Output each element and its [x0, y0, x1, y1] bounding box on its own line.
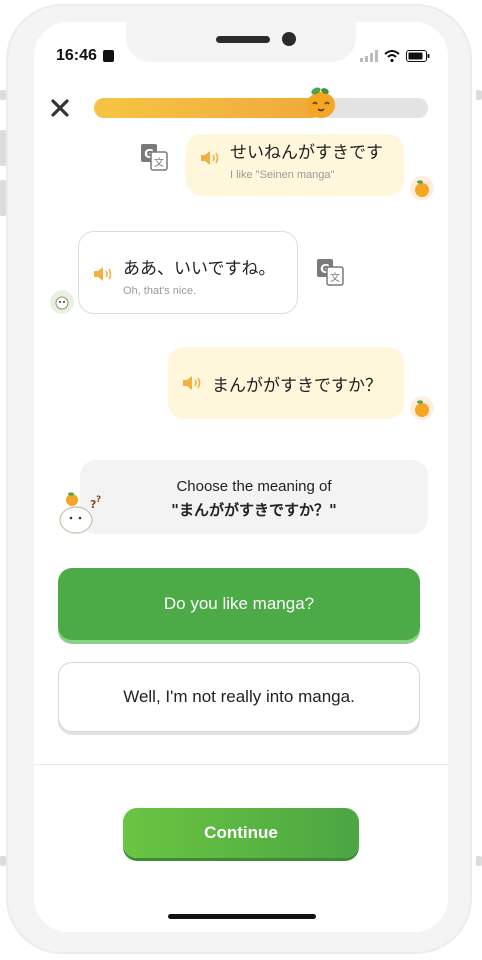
side-button-lower-right [476, 856, 482, 866]
translate-icon[interactable]: G 文 [140, 143, 168, 171]
footer-divider [34, 764, 448, 765]
wifi-icon [384, 50, 400, 62]
close-icon[interactable] [48, 96, 72, 120]
svg-text:文: 文 [154, 156, 164, 169]
front-camera [282, 32, 296, 46]
orange-avatar-icon [410, 176, 434, 200]
message-translation: Oh, that's nice. [123, 285, 197, 297]
continue-button[interactable]: Continue [123, 808, 359, 858]
orange-mascot-icon [307, 87, 336, 118]
home-indicator[interactable] [168, 914, 316, 919]
progress-fill [94, 98, 322, 118]
message-japanese: ああ、いいですね。 [123, 259, 276, 279]
battery-icon [406, 50, 430, 62]
prompt-phrase: "まんががすきですか？" [171, 501, 337, 519]
message-bubble-2: ああ、いいですね。 Oh, that's nice. [78, 231, 298, 314]
answer-option[interactable]: Well, I'm not really into manga. [58, 662, 420, 732]
speaker-icon[interactable] [93, 266, 113, 282]
speaker-icon[interactable] [182, 375, 202, 391]
answer-option-correct[interactable]: Do you like manga? [58, 568, 420, 640]
message-bubble-1: せいねんがすきです I like "Seinen manga" [186, 134, 404, 196]
svg-text:?: ? [96, 495, 101, 505]
translate-icon[interactable]: G 文 [316, 258, 344, 286]
question-prompt: Choose the meaning of "まんががすきですか？" [80, 460, 428, 534]
message-japanese: まんががすきですか？ [212, 376, 382, 396]
svg-text:文: 文 [330, 271, 340, 284]
user-avatar-icon [50, 290, 74, 314]
speaker-icon[interactable] [200, 150, 220, 166]
message-japanese: せいねんがすきです [230, 143, 383, 163]
mascot-icon: ? ? [59, 492, 101, 534]
message-translation: I like "Seinen manga" [230, 169, 335, 181]
message-bubble-3: まんががすきですか？ [168, 347, 404, 419]
power-button [476, 90, 482, 100]
earpiece [216, 36, 270, 43]
status-time: 16:46 [56, 47, 97, 64]
orange-avatar-icon [410, 396, 434, 420]
lesson-progress-bar [94, 87, 428, 118]
lock-icon [103, 50, 114, 62]
status-icons [360, 50, 430, 62]
signal-icon [360, 50, 378, 62]
prompt-instruction: Choose the meaning of [176, 478, 332, 495]
